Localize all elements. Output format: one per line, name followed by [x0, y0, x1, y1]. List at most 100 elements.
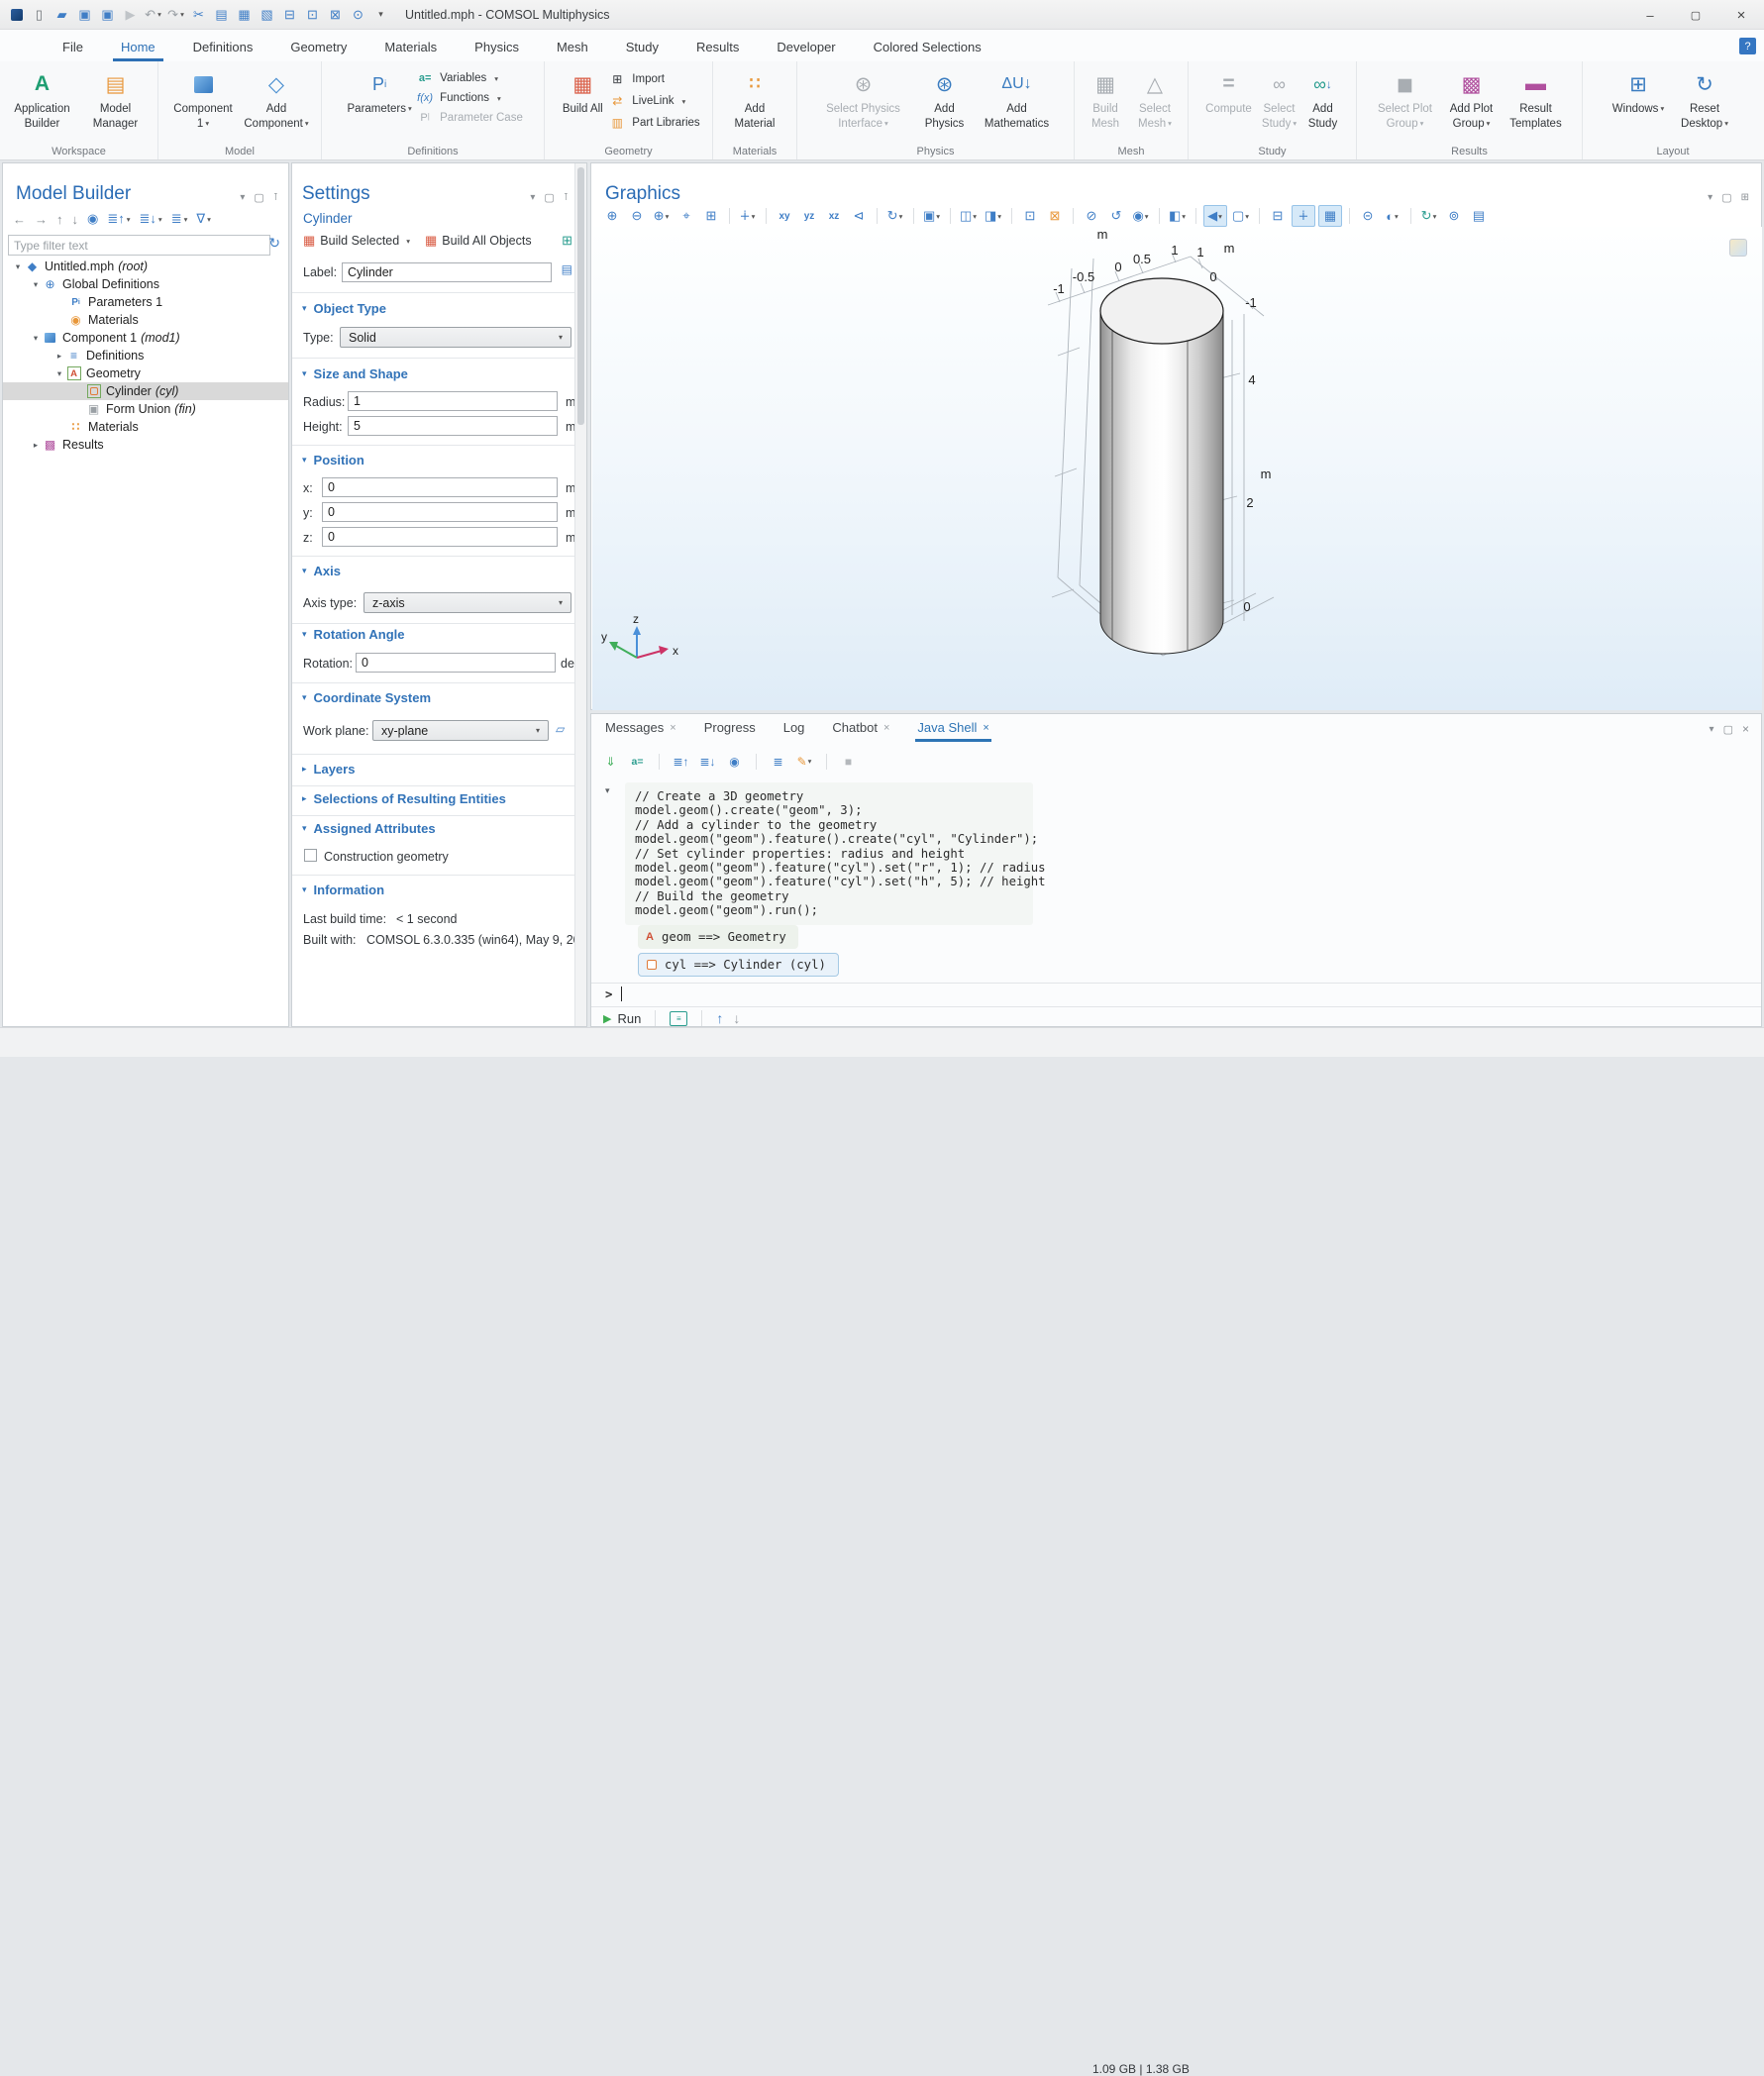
- code-collapse-icon[interactable]: ▾: [605, 785, 610, 796]
- section-rotation-angle[interactable]: ▾ Rotation Angle: [302, 627, 404, 642]
- functions-button[interactable]: f(x) Functions▾: [416, 92, 523, 104]
- import-button[interactable]: ⊞ Import: [608, 72, 699, 86]
- go-to-default-view-icon[interactable]: ⌖: [675, 206, 697, 226]
- auto-update-icon[interactable]: ↻▾: [1418, 206, 1440, 226]
- part-libraries-button[interactable]: ▥ Part Libraries: [608, 116, 699, 130]
- panel-float-icon[interactable]: ▢: [1723, 723, 1733, 736]
- select-mesh-button[interactable]: △ Select Mesh▾: [1129, 68, 1181, 132]
- find-icon[interactable]: ⊙: [350, 6, 366, 24]
- scrollbar-thumb[interactable]: [577, 167, 584, 425]
- tree-item-materials-global[interactable]: ◉ Materials: [3, 311, 288, 329]
- section-assigned-attributes[interactable]: ▾ Assigned Attributes: [302, 821, 436, 836]
- console-window-icon[interactable]: ≡: [670, 1011, 687, 1026]
- tab-physics[interactable]: Physics: [467, 35, 527, 61]
- build-all-objects-button[interactable]: ▦ Build All Objects: [425, 233, 532, 249]
- add-plot-group-button[interactable]: ▩ Add Plot Group▾: [1441, 68, 1503, 132]
- rotate-view-icon[interactable]: ↻▾: [884, 206, 906, 226]
- move-up-icon[interactable]: ≣↑: [672, 752, 690, 771]
- expanded-caret-icon[interactable]: ▾: [52, 368, 66, 379]
- panel-pin-icon[interactable]: ⊺: [273, 192, 278, 203]
- print-icon[interactable]: ▤: [1468, 206, 1490, 226]
- tree-item-materials-component[interactable]: ∷ Materials: [3, 418, 288, 436]
- word-wrap-icon[interactable]: ≣: [769, 752, 787, 771]
- add-physics-button[interactable]: ⊛ Add Physics: [915, 68, 975, 132]
- environment-icon[interactable]: ◨▾: [983, 206, 1004, 226]
- help-button[interactable]: ?: [1739, 38, 1756, 54]
- copy-icon[interactable]: ▤: [213, 6, 230, 24]
- tab-messages[interactable]: Messages ×: [603, 714, 678, 742]
- back-icon[interactable]: ←: [13, 212, 26, 227]
- tab-geometry[interactable]: Geometry: [282, 35, 355, 61]
- height-input[interactable]: [348, 416, 558, 436]
- duplicate-icon[interactable]: ▧: [259, 6, 275, 24]
- panel-close-icon[interactable]: ×: [1742, 722, 1749, 736]
- select-study-button[interactable]: ∞ Select Study▾: [1257, 68, 1302, 132]
- tab-chatbot[interactable]: Chatbot ×: [830, 714, 891, 742]
- expand-all-icon[interactable]: ≣↑▾: [107, 211, 130, 227]
- panel-grid-icon[interactable]: ⊞: [1741, 192, 1749, 203]
- rotation-input[interactable]: [356, 653, 556, 673]
- parameters-button[interactable]: Pi Parameters▾: [343, 68, 416, 117]
- construction-geometry-checkbox[interactable]: [304, 849, 317, 862]
- redo-icon[interactable]: ↷▾: [167, 6, 184, 24]
- panel-menu-icon[interactable]: ▾: [1708, 192, 1712, 203]
- expanded-caret-icon[interactable]: ▾: [11, 261, 25, 272]
- wireframe-icon[interactable]: ▢▾: [1230, 206, 1252, 226]
- label-input[interactable]: [342, 262, 552, 282]
- sound-icon[interactable]: ◀▾: [1203, 205, 1227, 227]
- shell-input[interactable]: [625, 984, 1757, 1003]
- show-icon[interactable]: ◉: [87, 211, 98, 227]
- go-to-work-plane-icon[interactable]: ▱: [556, 722, 565, 736]
- run-button[interactable]: ▶ Run: [603, 1011, 641, 1026]
- build-mesh-button[interactable]: ▦ Build Mesh: [1082, 68, 1129, 132]
- section-size-and-shape[interactable]: ▾ Size and Shape: [302, 366, 408, 381]
- tab-results[interactable]: Results: [688, 35, 747, 61]
- z-input[interactable]: [322, 527, 558, 547]
- go-to-xy-view-icon[interactable]: xy: [774, 206, 795, 226]
- go-to-yz-view-icon[interactable]: yz: [798, 206, 820, 226]
- build-selected-button[interactable]: ▦ Build Selected ▾: [303, 233, 410, 249]
- cylinder-3d[interactable]: [1100, 278, 1223, 654]
- collapsed-caret-icon[interactable]: ▸: [52, 351, 66, 362]
- zoom-extents-icon[interactable]: ⊞: [700, 206, 722, 226]
- add-component-button[interactable]: ◇ Add Component▾: [240, 68, 313, 132]
- collapsed-caret-icon[interactable]: ▸: [29, 440, 43, 451]
- component-1-button[interactable]: Component 1▾: [166, 68, 240, 132]
- work-plane-dropdown[interactable]: xy-plane ▾: [372, 720, 549, 741]
- import-commands-icon[interactable]: ⇓: [601, 752, 620, 771]
- view-orientation-icon[interactable]: ∔▾: [737, 206, 759, 226]
- select-physics-interface-button[interactable]: ⊛ Select Physics Interface▾: [812, 68, 915, 132]
- move-up-icon[interactable]: ↑: [56, 212, 63, 227]
- zoom-box-icon[interactable]: ⊕▾: [651, 206, 673, 226]
- selection-color-icon[interactable]: ⊝: [1357, 206, 1379, 226]
- tree-item-geometry[interactable]: ▾ A Geometry: [3, 364, 288, 382]
- graphics-canvas[interactable]: m -1 -0.5 0 0.5 1 1 m 0 -1 4 2 0 m: [592, 227, 1762, 710]
- reset-desktop-button[interactable]: ↻ Reset Desktop▾: [1670, 68, 1739, 132]
- section-layers[interactable]: ▸ Layers: [302, 762, 355, 777]
- clear-selection-icon[interactable]: ⊠: [327, 6, 344, 24]
- panel-menu-icon[interactable]: ▾: [530, 192, 535, 203]
- show-axes-icon[interactable]: ∔: [1292, 205, 1315, 227]
- graphics-widget-icon[interactable]: [1729, 239, 1747, 257]
- x-input[interactable]: [322, 477, 558, 497]
- deselect-box-icon[interactable]: ⊠: [1044, 206, 1066, 226]
- zoom-out-icon[interactable]: ⊖: [626, 206, 648, 226]
- build-all-button[interactable]: ▦ Build All: [557, 68, 608, 117]
- panel-float-icon[interactable]: ▢: [544, 191, 554, 204]
- filter-menu-icon[interactable]: ∇▾: [196, 211, 210, 227]
- select-box-icon[interactable]: ⊡: [304, 6, 321, 24]
- type-dropdown[interactable]: Solid ▾: [340, 327, 571, 348]
- color-theme-icon[interactable]: ◐▾: [1382, 206, 1403, 226]
- tree-item-root[interactable]: ▾ ◆ Untitled.mph (root): [3, 258, 288, 275]
- save-icon[interactable]: ▣: [76, 6, 93, 24]
- stop-icon[interactable]: ■: [839, 752, 858, 771]
- select-plot-group-button[interactable]: ◼ Select Plot Group▾: [1370, 68, 1441, 132]
- expanded-caret-icon[interactable]: ▾: [29, 333, 43, 344]
- show-icon[interactable]: ◉: [725, 752, 744, 771]
- add-mathematics-button[interactable]: ΔU↓ Add Mathematics: [975, 68, 1060, 132]
- tree-item-global-definitions[interactable]: ▾ ⊕ Global Definitions: [3, 275, 288, 293]
- tree-filter-input[interactable]: [8, 235, 270, 256]
- customize-quick-access-icon[interactable]: ▾: [372, 6, 389, 24]
- section-axis[interactable]: ▾ Axis: [302, 564, 341, 578]
- tab-developer[interactable]: Developer: [769, 35, 843, 61]
